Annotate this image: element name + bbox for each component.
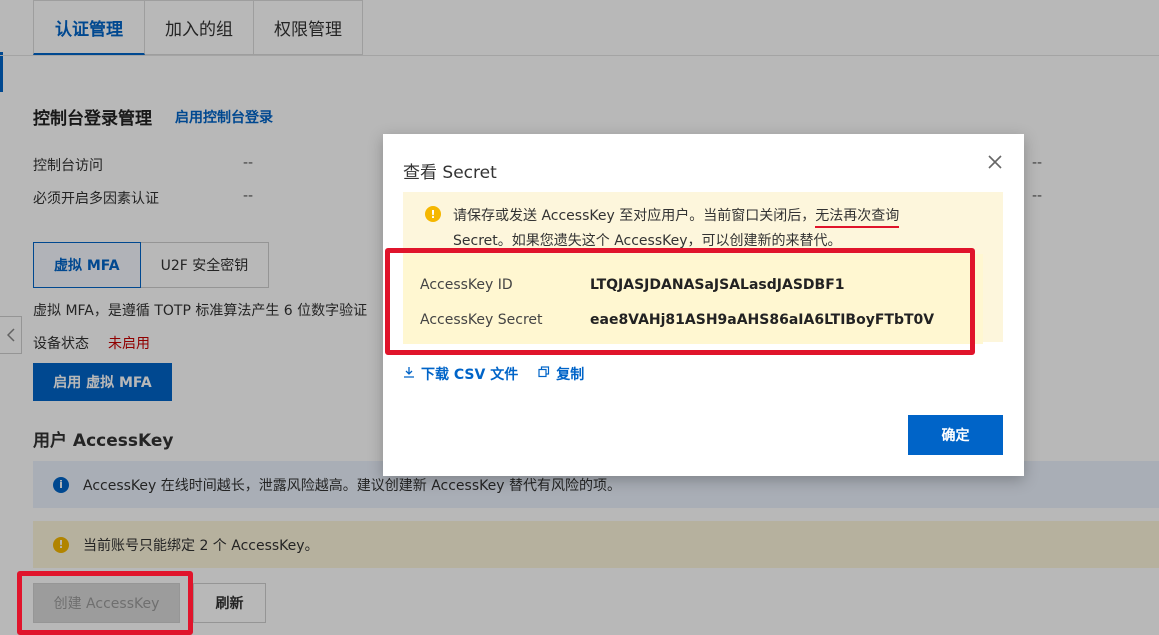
dialog-actions-links: 下载 CSV 文件 复制 bbox=[403, 364, 584, 384]
copy-link[interactable]: 复制 bbox=[538, 364, 584, 384]
highlight-create-button bbox=[17, 571, 193, 635]
copy-label: 复制 bbox=[556, 367, 585, 383]
dialog-title: 查看 Secret bbox=[403, 163, 497, 183]
alert-text-underlined: 无法再次查询 bbox=[815, 208, 900, 228]
warning-icon: ! bbox=[425, 206, 441, 222]
download-csv-link[interactable]: 下载 CSV 文件 bbox=[403, 364, 518, 384]
close-icon[interactable] bbox=[988, 152, 1002, 174]
confirm-button[interactable]: 确定 bbox=[908, 415, 1003, 455]
highlight-accesskey-credentials bbox=[385, 248, 975, 355]
alert-text-part2: Secret。如果您遗失这个 AccessKey，可以创建新的来替代。 bbox=[453, 233, 842, 249]
secret-warning-text: 请保存或发送 AccessKey 至对应用户。当前窗口关闭后，无法再次查询 Se… bbox=[453, 204, 973, 254]
copy-icon bbox=[538, 366, 550, 382]
alert-text-part1: 请保存或发送 AccessKey 至对应用户。当前窗口关闭后， bbox=[453, 208, 816, 224]
download-csv-label: 下载 CSV 文件 bbox=[421, 367, 519, 383]
download-icon bbox=[403, 366, 415, 382]
